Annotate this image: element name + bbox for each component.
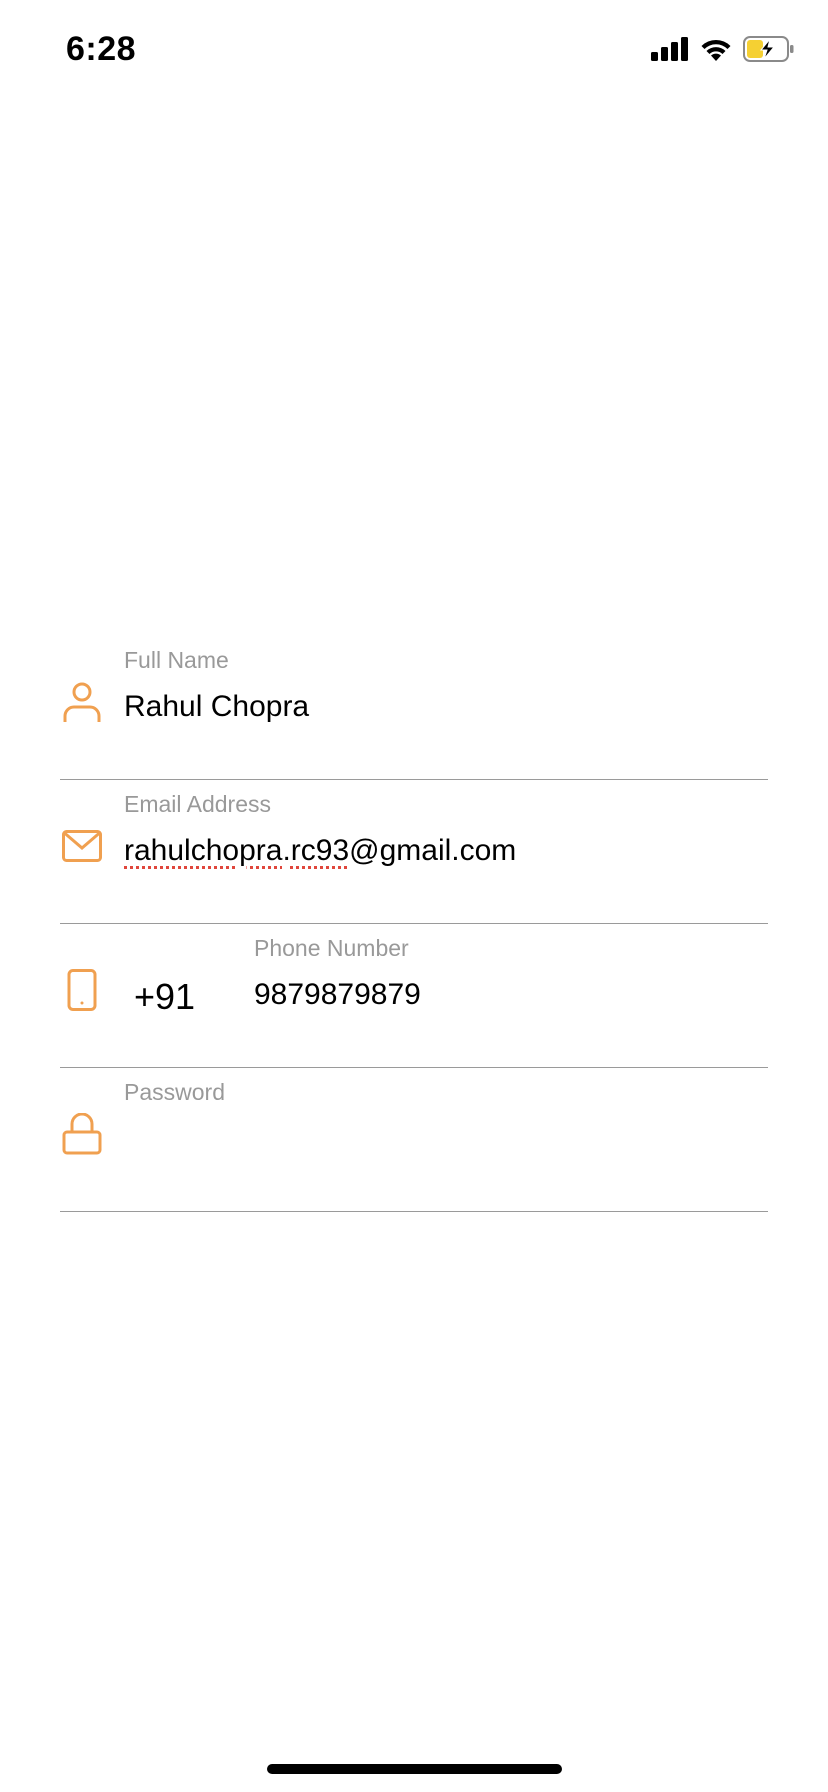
full-name-field[interactable]: Full Name Rahul Chopra (60, 636, 768, 780)
status-time: 6:28 (66, 30, 137, 68)
password-label: Password (124, 1079, 225, 1105)
email-misspelled-word-2: rc93 (290, 834, 350, 867)
email-domain: @gmail.com (349, 834, 517, 867)
person-icon (62, 680, 102, 724)
email-misspelled-word: rahulchopra (124, 834, 283, 867)
password-field[interactable]: Password (60, 1068, 768, 1212)
country-code-selector[interactable]: +91 (134, 972, 195, 1022)
lock-icon (62, 1112, 102, 1156)
full-name-input[interactable]: Rahul Chopra (124, 684, 309, 730)
phone-field[interactable]: Phone Number +91 9879879879 (60, 924, 768, 1068)
status-bar: 6:28 (0, 0, 828, 100)
signup-form: Full Name Rahul Chopra Email Address rah… (60, 636, 768, 1212)
mail-icon (62, 824, 102, 868)
cellular-signal-icon (651, 37, 689, 61)
battery-charging-icon (743, 36, 795, 62)
email-label: Email Address (124, 791, 272, 817)
status-icons (651, 34, 795, 64)
phone-input[interactable]: 9879879879 (254, 972, 421, 1018)
wifi-icon (699, 37, 733, 61)
full-name-label: Full Name (124, 647, 229, 673)
password-input[interactable] (124, 1116, 724, 1162)
email-field[interactable]: Email Address rahulchopra.rc93@gmail.com (60, 780, 768, 924)
home-indicator[interactable] (267, 1764, 562, 1774)
phone-label: Phone Number (254, 935, 409, 961)
email-dot: . (282, 834, 291, 867)
email-input[interactable]: rahulchopra.rc93@gmail.com (124, 828, 516, 874)
phone-icon (62, 968, 102, 1012)
